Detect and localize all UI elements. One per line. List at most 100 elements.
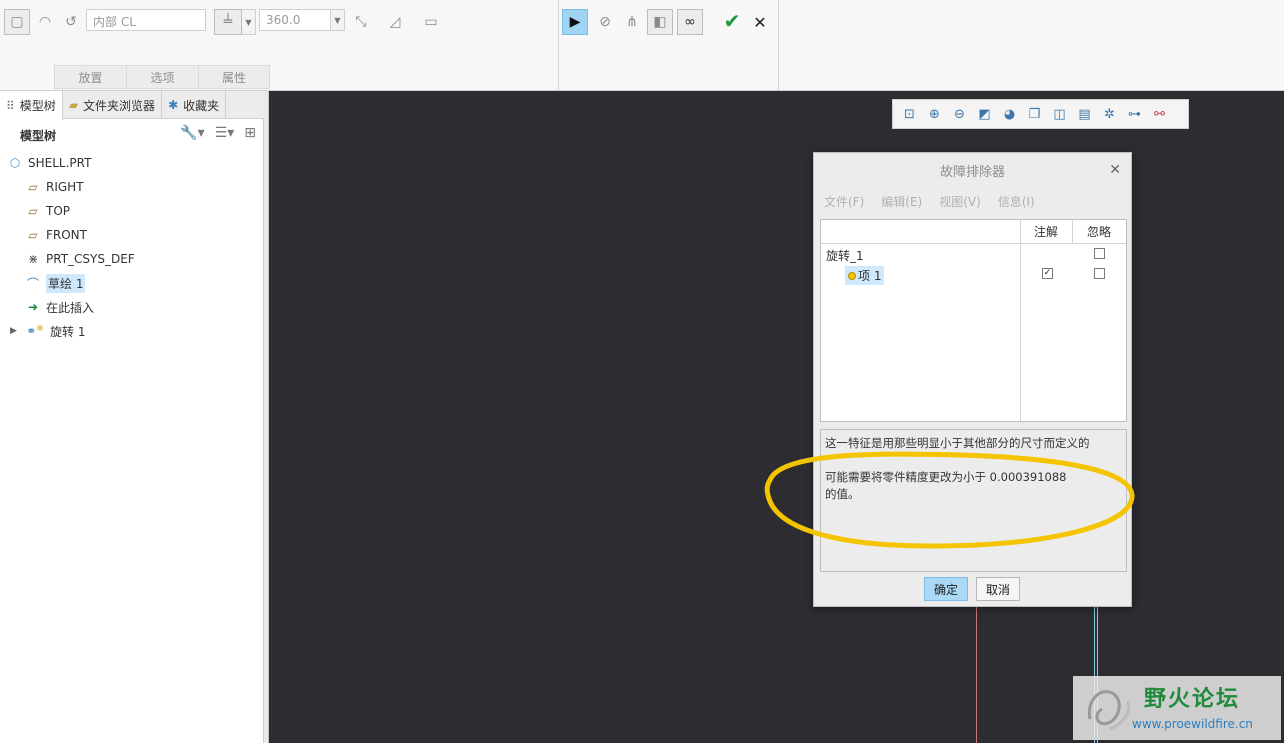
tree-item-label: PRT_CSYS_DEF xyxy=(46,252,135,266)
ignore-checkbox-item[interactable] xyxy=(1094,268,1105,279)
spin-center-icon[interactable]: ⚯ xyxy=(1149,104,1170,125)
thicken-icon[interactable]: ▭ xyxy=(418,9,444,35)
tree-item-front[interactable]: ▱ FRONT xyxy=(0,223,262,247)
surface-icon[interactable]: ◠ xyxy=(32,9,58,35)
tree-filter-icon[interactable]: ⊞ xyxy=(244,125,256,141)
feature-control-group: ▶ ⊘ ⋔ ◧ ∞ ✔ ✕ xyxy=(559,0,779,91)
tab-placement[interactable]: 放置 xyxy=(54,65,126,89)
tree-item-label: TOP xyxy=(46,204,71,218)
expand-arrow-icon[interactable]: ▶ xyxy=(10,326,17,336)
message-area: 这一特征是用那些明显小于其他部分的尺寸而定义的 可能需要将零件精度更改为小于 0… xyxy=(820,429,1127,572)
tree-settings-icon[interactable]: 🔧▾ xyxy=(180,125,204,141)
zoom-in-icon[interactable]: ⊕ xyxy=(924,104,945,125)
tree-item-label: FRONT xyxy=(46,228,87,242)
tab-model-tree-label: 模型树 xyxy=(19,99,56,113)
saved-views-icon[interactable]: ❒ xyxy=(1024,104,1045,125)
tree-title: 模型树 xyxy=(20,128,57,143)
folder-icon: ▰ xyxy=(68,98,79,112)
navigator-tabs: ⠿ 模型树 ▰ 文件夹浏览器 ✱ 收藏夹 xyxy=(0,91,264,120)
zoom-out-icon[interactable]: ⊖ xyxy=(949,104,970,125)
flip-direction-icon[interactable]: ⤡ xyxy=(348,9,374,35)
confirm-icon[interactable]: ✔ xyxy=(719,8,745,34)
axis-reference-input[interactable]: 内部 CL xyxy=(86,9,206,31)
forum-watermark: 野火论坛 www.proewildfire.cn xyxy=(1073,676,1281,740)
revolve-axis-icon[interactable]: ↺ xyxy=(58,9,84,35)
col-note-header: 注解 xyxy=(1020,220,1072,244)
watermark-title: 野火论坛 xyxy=(1144,687,1241,712)
angle-option-dropdown[interactable]: ▼ xyxy=(242,9,256,35)
annotation-display-icon[interactable]: ⊶ xyxy=(1124,104,1145,125)
dialog-title: 故障排除器 xyxy=(939,164,1005,180)
tab-favorites[interactable]: ✱ 收藏夹 xyxy=(162,91,227,119)
datum-display-icon[interactable]: ✲ xyxy=(1099,104,1120,125)
menu-view[interactable]: 视图(V) xyxy=(939,193,981,210)
watermark-logo-icon xyxy=(1087,690,1131,731)
tree-item-insert-here[interactable]: ➜ 在此插入 xyxy=(0,295,262,319)
tree-item-right[interactable]: ▱ RIGHT xyxy=(0,175,262,199)
cancel-icon[interactable]: ✕ xyxy=(747,9,773,35)
tree-item-label: 草绘 1 xyxy=(46,273,86,293)
row-item[interactable]: 项 1 xyxy=(845,266,885,285)
column-divider xyxy=(1072,220,1073,244)
note-checkbox-item[interactable]: ✓ xyxy=(1042,268,1053,279)
section-icon[interactable]: ◫ xyxy=(1049,104,1070,125)
pause-resume-icon[interactable]: ▶ xyxy=(562,9,588,35)
tree-item-csys[interactable]: ⋇ PRT_CSYS_DEF xyxy=(0,247,262,271)
refit-icon[interactable]: ⊡ xyxy=(899,104,920,125)
no-preview-icon[interactable]: ⊘ xyxy=(592,9,618,35)
tree-item-label: SHELL.PRT xyxy=(28,156,92,170)
tree-item-shell-prt[interactable]: ⬡ SHELL.PRT xyxy=(0,151,262,175)
col-name-header xyxy=(821,220,1020,244)
column-divider xyxy=(1020,220,1021,421)
ok-button[interactable]: 确定 xyxy=(924,577,968,601)
tab-favorites-label: 收藏夹 xyxy=(183,98,220,113)
cancel-button[interactable]: 取消 xyxy=(976,577,1020,601)
view-style-icon[interactable]: ◕ xyxy=(999,104,1020,125)
datum-plane-icon: ▱ xyxy=(28,228,38,242)
model-tree-icon: ⠿ xyxy=(6,98,15,113)
ignore-checkbox-feature[interactable] xyxy=(1094,248,1105,259)
issue-table: 注解 忽略 旋转_1 项 1 ✓ xyxy=(820,219,1127,422)
tree-item-sketch[interactable]: ⌒ 草绘 1 xyxy=(0,271,262,295)
datum-plane-icon: ▱ xyxy=(28,204,38,218)
insert-here-icon: ➜ xyxy=(27,300,39,314)
favorites-icon: ✱ xyxy=(168,98,179,112)
menu-info[interactable]: 信息(I) xyxy=(998,193,1035,210)
preview-icon[interactable]: ◧ xyxy=(647,9,673,35)
datum-plane-icon: ▱ xyxy=(28,180,38,194)
tree-columns-icon[interactable]: ☰▾ xyxy=(215,125,235,141)
repaint-icon[interactable]: ◩ xyxy=(974,104,995,125)
watermark-url: www.proewildfire.cn xyxy=(1132,717,1253,731)
menu-edit[interactable]: 编辑(E) xyxy=(881,193,922,210)
csys-icon: ⋇ xyxy=(27,252,39,266)
remove-material-icon[interactable]: ◿ xyxy=(382,9,408,35)
tab-options[interactable]: 选项 xyxy=(126,65,198,89)
angle-input[interactable]: 360.0 xyxy=(259,9,331,31)
panel-splitter[interactable] xyxy=(264,91,269,743)
revolve-options-group: ▢ ◠ ↺ 内部 CL ╧ ▼ 360.0 ▼ ⤡ ◿ ▭ 放置 选项 属性 xyxy=(0,0,559,91)
close-icon[interactable]: ✕ xyxy=(1109,162,1121,178)
tab-model-tree[interactable]: ⠿ 模型树 xyxy=(0,91,63,120)
verify-icon[interactable]: ⋔ xyxy=(619,9,645,35)
tree-tools: 🔧▾ ☰▾ ⊞ xyxy=(180,125,256,141)
warning-dot-icon xyxy=(848,272,856,280)
message-line-2: 可能需要将零件精度更改为小于 0.000391088 xyxy=(825,470,1067,484)
angle-dropdown[interactable]: ▼ xyxy=(331,9,345,31)
troubleshooter-dialog: 故障排除器 ✕ 文件(F) 编辑(E) 视图(V) 信息(I) 注解 忽略 旋转… xyxy=(813,152,1132,607)
solid-icon[interactable]: ▢ xyxy=(4,9,30,35)
message-line-3: 的值。 xyxy=(825,487,860,501)
tree-header: 模型树 🔧▾ ☰▾ ⊞ xyxy=(0,121,262,149)
angle-option-icon[interactable]: ╧ xyxy=(214,9,242,35)
tree-item-top[interactable]: ▱ TOP xyxy=(0,199,262,223)
tab-properties[interactable]: 属性 xyxy=(198,65,270,89)
revolve-icon: ⚭ ※ xyxy=(26,324,44,338)
perspective-icon[interactable]: ▤ xyxy=(1074,104,1095,125)
glasses-icon[interactable]: ∞ xyxy=(677,9,703,35)
ribbon: ▢ ◠ ↺ 内部 CL ╧ ▼ 360.0 ▼ ⤡ ◿ ▭ 放置 选项 属性 ▶… xyxy=(0,0,1284,91)
model-tree: ⬡ SHELL.PRT ▱ RIGHT ▱ TOP ▱ FRONT ⋇ PRT_… xyxy=(0,151,262,343)
tab-folder-browser[interactable]: ▰ 文件夹浏览器 xyxy=(63,91,163,119)
col-ignore-header: 忽略 xyxy=(1072,220,1126,244)
tree-item-revolve[interactable]: ▶ ⚭ ※ 旋转 1 xyxy=(0,319,262,343)
menu-file[interactable]: 文件(F) xyxy=(824,193,864,210)
row-feature[interactable]: 旋转_1 xyxy=(826,247,864,264)
